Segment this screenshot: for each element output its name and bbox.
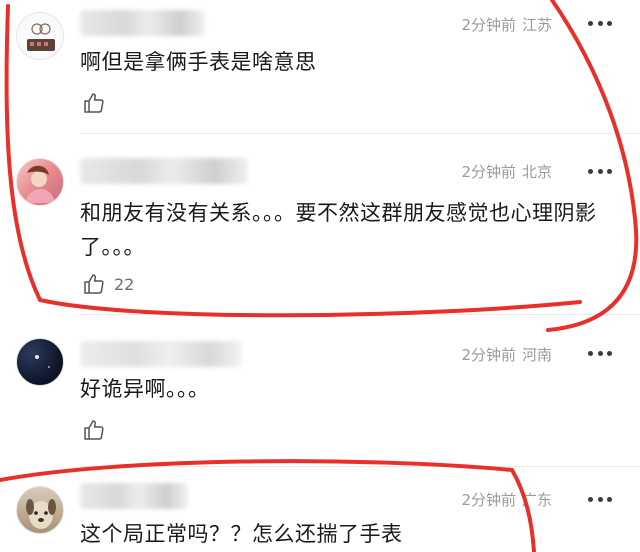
comment-time: 2分钟前 xyxy=(461,163,516,181)
avatar[interactable] xyxy=(16,158,64,206)
thumbs-up-icon xyxy=(84,420,104,440)
comment-location: 江苏 xyxy=(521,16,552,34)
avatar[interactable] xyxy=(16,12,64,60)
more-dots-icon[interactable] xyxy=(588,168,612,174)
more-dots-icon[interactable] xyxy=(588,20,612,26)
like-count: 22 xyxy=(114,274,135,294)
avatar[interactable] xyxy=(16,486,64,534)
avatar[interactable] xyxy=(16,338,64,386)
comment-time: 2分钟前 xyxy=(461,491,516,509)
like-button[interactable] xyxy=(82,418,114,442)
more-dots-icon[interactable] xyxy=(588,350,612,356)
comment-meta: 2分钟前 北京 xyxy=(461,161,552,182)
comment-meta: 2分钟前 河南 xyxy=(461,344,552,365)
thumbs-up-icon xyxy=(84,93,104,113)
comment-location: 广东 xyxy=(521,491,552,509)
comment-location: 北京 xyxy=(521,163,552,181)
more-dots-icon[interactable] xyxy=(588,496,612,502)
username-blurred[interactable] xyxy=(80,483,188,509)
like-button[interactable]: 22 xyxy=(82,272,134,296)
username-blurred[interactable] xyxy=(80,10,205,36)
divider xyxy=(80,466,640,467)
username-blurred[interactable] xyxy=(80,158,248,184)
comment-text: 好诡异啊。。。 xyxy=(80,377,210,401)
comment-time: 2分钟前 xyxy=(461,346,516,364)
divider xyxy=(80,133,640,134)
comment-text: 这个局正常吗？？怎么还揣了手表 xyxy=(80,522,403,546)
comment-time: 2分钟前 xyxy=(461,16,516,34)
comment-text: 和朋友有没有关系。。。要不然这群朋友感觉也心理阴影了。。。 xyxy=(80,201,597,259)
comment-text: 啊但是拿俩手表是啥意思 xyxy=(80,50,317,74)
like-button[interactable] xyxy=(82,91,114,115)
divider xyxy=(80,314,640,315)
comment-location: 河南 xyxy=(521,346,552,364)
username-blurred[interactable] xyxy=(80,341,242,367)
thumbs-up-icon xyxy=(84,274,104,294)
comment-meta: 2分钟前 江苏 xyxy=(461,14,552,35)
comment-meta: 2分钟前 广东 xyxy=(461,489,552,510)
